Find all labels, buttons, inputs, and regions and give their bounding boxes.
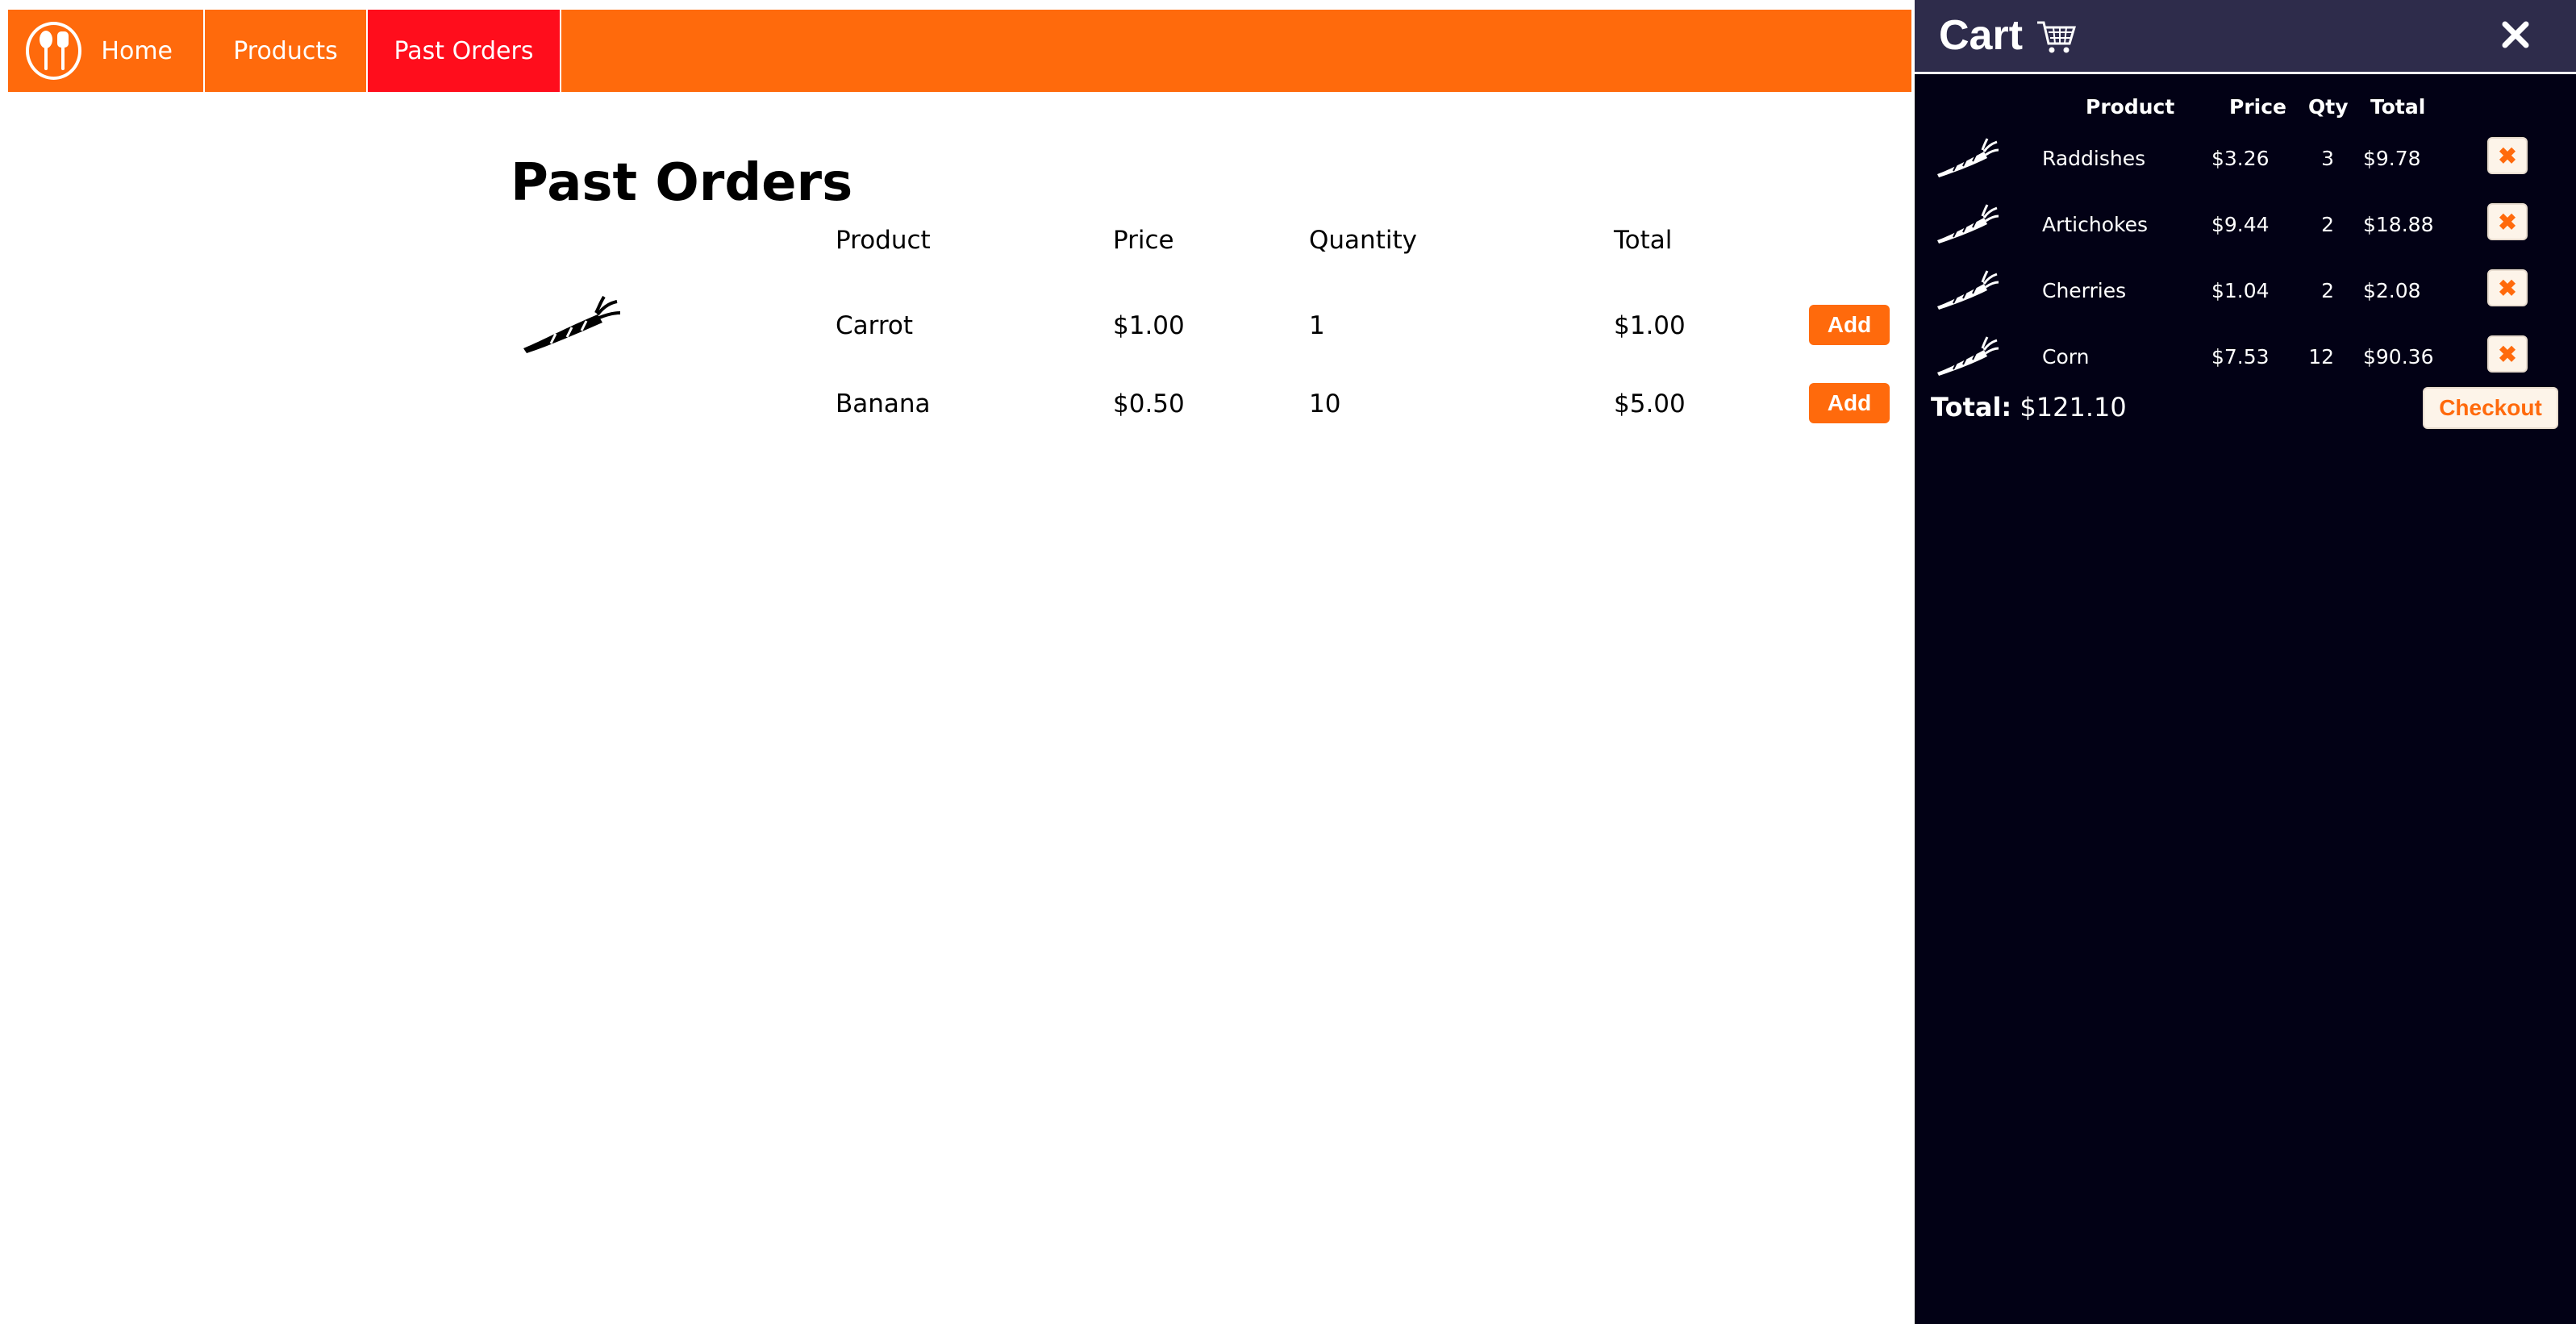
cart-item-total: $18.88	[2363, 213, 2434, 236]
row-price: $0.50	[1113, 389, 1185, 418]
spoon-fork-logo-icon	[26, 22, 82, 80]
cart-item: Cherries $1.04 2 $2.08 ✖	[1915, 261, 2576, 327]
nav-home[interactable]: Home	[8, 10, 205, 92]
remove-item-button[interactable]: ✖	[2487, 269, 2528, 306]
page-title: Past Orders	[511, 153, 853, 213]
cart-item-total: $90.36	[2363, 345, 2434, 368]
cart-item-total: $9.78	[2363, 147, 2421, 170]
cart-item-name: Raddishes	[2042, 147, 2146, 170]
cart-item: Raddishes $3.26 3 $9.78 ✖	[1915, 129, 2576, 195]
header-total: Total	[1614, 226, 1673, 255]
remove-item-button[interactable]: ✖	[2487, 335, 2528, 373]
cart-title: Cart	[1939, 12, 2024, 59]
checkout-button[interactable]: Checkout	[2423, 387, 2558, 429]
row-quantity: 1	[1309, 311, 1325, 340]
cart-item: Artichokes $9.44 2 $18.88 ✖	[1915, 195, 2576, 261]
add-button[interactable]: Add	[1809, 383, 1890, 423]
header-price: Price	[1113, 226, 1174, 255]
row-product: Carrot	[836, 311, 914, 340]
cart-item-qty: 2	[2321, 213, 2334, 236]
cart-item-qty: 12	[2308, 345, 2334, 368]
cart-item-name: Artichokes	[2042, 213, 2149, 236]
cart-item-qty: 3	[2321, 147, 2334, 170]
cart-total-label: Total:	[1931, 392, 2012, 423]
vegetable-icon	[1937, 270, 1999, 310]
nav-past-orders-label: Past Orders	[394, 36, 534, 65]
shopping-cart-icon	[2037, 21, 2076, 53]
carrot-icon	[523, 295, 621, 353]
row-total: $5.00	[1614, 389, 1686, 418]
nav-home-label: Home	[101, 36, 173, 65]
row-price: $1.00	[1113, 311, 1185, 340]
cart-item-price: $7.53	[2211, 345, 2270, 368]
cart-item-price: $9.44	[2211, 213, 2270, 236]
cart-item-name: Cherries	[2042, 279, 2127, 302]
cart-header-price: Price	[2229, 95, 2286, 119]
remove-item-button[interactable]: ✖	[2487, 203, 2528, 240]
past-orders-table: Product Price Quantity Total Carrot $1.0…	[511, 218, 1898, 452]
cart-item: Corn $7.53 12 $90.36 ✖	[1915, 327, 2576, 393]
table-row: Carrot $1.00 1 $1.00 Add	[511, 295, 1898, 373]
cart-header-qty: Qty	[2308, 95, 2349, 119]
row-product: Banana	[836, 389, 931, 418]
table-row: Banana $0.50 10 $5.00 Add	[511, 373, 1898, 452]
nav-products[interactable]: Products	[205, 10, 368, 92]
cart-item-price: $1.04	[2211, 279, 2270, 302]
vegetable-icon	[1937, 336, 1999, 376]
table-header: Product Price Quantity Total	[511, 218, 1898, 266]
top-navbar: Home Products Past Orders	[8, 10, 1911, 92]
cart-header-product: Product	[2086, 95, 2175, 119]
cart-item-name: Corn	[2042, 345, 2090, 368]
close-icon[interactable]	[2495, 15, 2536, 55]
vegetable-icon	[1937, 138, 1999, 177]
cart-header-total: Total	[2370, 95, 2426, 119]
nav-past-orders[interactable]: Past Orders	[368, 10, 561, 92]
vegetable-icon	[1937, 204, 1999, 244]
header-product: Product	[836, 226, 931, 255]
nav-products-label: Products	[233, 36, 338, 65]
cart-total-value: $121.10	[2020, 392, 2127, 423]
cart-panel: Cart Product Price Qty Total Raddishes $…	[1915, 0, 2576, 1324]
row-quantity: 10	[1309, 389, 1341, 418]
row-total: $1.00	[1614, 311, 1686, 340]
cart-item-price: $3.26	[2211, 147, 2270, 170]
cart-header: Cart	[1915, 0, 2576, 74]
cart-item-qty: 2	[2321, 279, 2334, 302]
header-quantity: Quantity	[1309, 226, 1417, 255]
add-button[interactable]: Add	[1809, 305, 1890, 345]
cart-total: Total: $121.10	[1931, 392, 2127, 423]
remove-item-button[interactable]: ✖	[2487, 137, 2528, 174]
cart-item-total: $2.08	[2363, 279, 2421, 302]
